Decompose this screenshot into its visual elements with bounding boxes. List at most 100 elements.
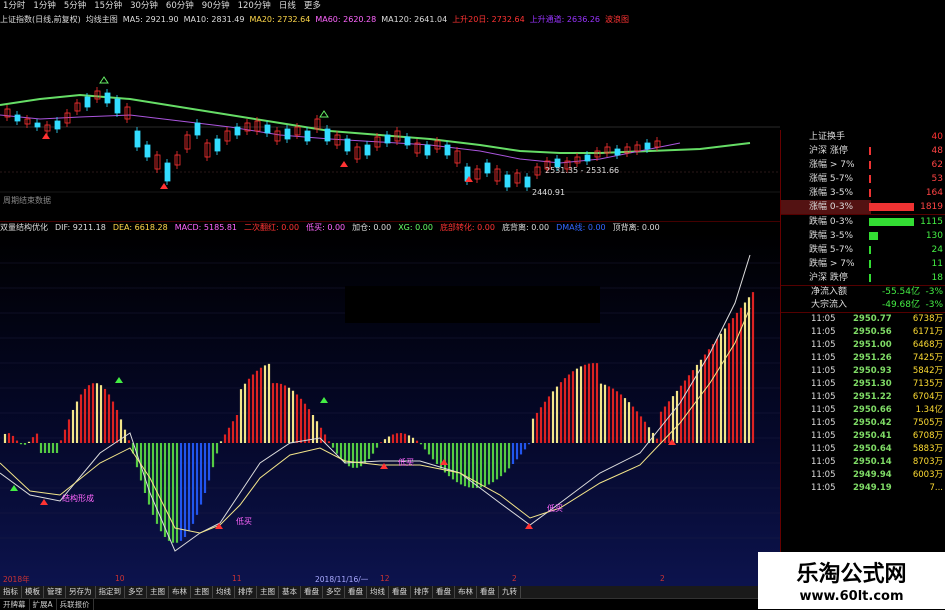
toolbar-button-19[interactable]: 看盘 <box>433 586 455 598</box>
candle-body <box>194 122 201 136</box>
toolbar-button-15[interactable]: 看盘 <box>345 586 367 598</box>
panel-header: 上证换手 40 <box>781 130 945 144</box>
trade-volume: 6171万 <box>912 327 943 337</box>
trade-row-11: 11:05 2950.14 8703万 <box>781 456 945 469</box>
toolbar-button-5[interactable]: 多空 <box>125 586 147 598</box>
candle-body <box>614 148 621 156</box>
buy-arrow-icon <box>42 133 50 139</box>
candle-body <box>254 120 261 132</box>
candle-body <box>44 124 51 132</box>
macd-legend-item-0: 双量结构优化 <box>0 223 48 232</box>
macd-legend-item-3: MACD: 5185.81 <box>174 223 238 232</box>
price-candlestick-chart[interactable]: 2440.912531.35 - 2531.6626002500周期结束数据24… <box>0 27 780 220</box>
candle-body <box>354 146 361 160</box>
trade-time: 11:05 <box>811 314 836 324</box>
flow-row-1: 大宗流入 -49.68亿 -3% <box>781 299 945 312</box>
timeframe-tab-1[interactable]: 1分钟 <box>33 0 55 13</box>
price-legend-item-6: MA120: 2641.04 <box>381 15 448 24</box>
toolbar-button-4[interactable]: 指定到 <box>96 586 125 598</box>
timeframe-tab-3[interactable]: 15分钟 <box>94 0 122 13</box>
toolbar-button-8[interactable]: 主图 <box>191 586 213 598</box>
candle-body <box>364 144 371 156</box>
date-axis: 2018年 10 11 2018/11/16/一 12 2 2 <box>0 574 780 586</box>
up-stat-value: 164 <box>925 188 943 198</box>
down-stat-value: 11 <box>931 259 943 269</box>
flow-value: -49.68亿 <box>881 300 920 310</box>
toolbar-button-17[interactable]: 看盘 <box>389 586 411 598</box>
macd-legend: 双量结构优化 DIF: 9211.18 DEA: 6618.28 MACD: 5185… <box>0 221 780 233</box>
toolbar-button-2[interactable]: 管理 <box>44 586 66 598</box>
trade-volume: 6738万 <box>912 314 943 324</box>
toolbar-button-20[interactable]: 布林 <box>455 586 477 598</box>
timeframe-tab-9[interactable]: 更多 <box>304 0 321 13</box>
down-stat-label: 跌幅 3-5% <box>809 231 854 241</box>
timeframe-tab-7[interactable]: 120分钟 <box>238 0 271 13</box>
candle-body <box>184 134 191 150</box>
toolbar-button-13[interactable]: 看盘 <box>301 586 323 598</box>
low-buy-label-3: 低买 <box>547 503 563 513</box>
low-price-label: 2440.91 <box>532 188 565 197</box>
toolbar-button-9[interactable]: 均线 <box>213 586 235 598</box>
trade-price: 2951.00 <box>853 340 892 350</box>
toolbar-button-11[interactable]: 主图 <box>257 586 279 598</box>
toolbar-button-7[interactable]: 布林 <box>169 586 191 598</box>
trade-time: 11:05 <box>811 327 836 337</box>
low-buy-label-2: 低买 <box>398 457 414 467</box>
trade-time: 11:05 <box>811 340 836 350</box>
toolbar-button-22[interactable]: 九转 <box>499 586 521 598</box>
signal-triangle-icon <box>115 377 123 383</box>
candle-body <box>474 168 481 180</box>
bottom-tab-0[interactable]: 开牌幕 <box>0 599 30 610</box>
trade-price: 2949.94 <box>853 470 892 480</box>
timeframe-tab-0[interactable]: 1分时 <box>3 0 25 13</box>
macd-legend-item-11: 顶背离: 0.00 <box>612 223 660 232</box>
candle-body <box>274 130 281 142</box>
down-stat-bar <box>869 274 871 282</box>
toolbar-button-1[interactable]: 模板 <box>22 586 44 598</box>
trade-volume: 7505万 <box>912 418 943 428</box>
toolbar-button-3[interactable]: 另存为 <box>66 586 96 598</box>
trade-row-3: 11:05 2951.26 7425万 <box>781 352 945 365</box>
down-stat-label: 跌幅 > 7% <box>809 259 855 269</box>
toolbar-button-0[interactable]: 指标 <box>0 586 22 598</box>
toolbar-button-6[interactable]: 主图 <box>147 586 169 598</box>
candle-body <box>24 118 31 125</box>
signal-triangle-icon <box>320 397 328 403</box>
up-stat-bar <box>869 203 914 211</box>
bottom-tab-2[interactable]: 兵联报价 <box>57 599 94 610</box>
candle-body <box>204 142 211 158</box>
timeframe-tab-2[interactable]: 5分钟 <box>64 0 86 13</box>
signal-triangle-icon <box>319 110 329 118</box>
timeframe-tab-5[interactable]: 60分钟 <box>166 0 194 13</box>
timeframe-tab-8[interactable]: 日线 <box>279 0 296 13</box>
bottom-tab-1[interactable]: 扩展A <box>30 599 57 610</box>
candle-body <box>344 138 351 152</box>
candle-body <box>294 126 301 136</box>
down-stat-bar <box>869 218 914 226</box>
up-stat-label: 涨幅 3-5% <box>809 188 854 198</box>
price-legend: 上证指数(日线,前复权) 均线主图 MA5: 2921.90 MA10: 2831.4… <box>0 14 629 26</box>
candle-body <box>514 172 521 184</box>
candle-body <box>444 144 451 156</box>
down-stat-row-3: 跌幅 > 7% 11 <box>781 257 945 271</box>
trade-price: 2950.42 <box>853 418 892 428</box>
toolbar-button-10[interactable]: 排序 <box>235 586 257 598</box>
toolbar-button-21[interactable]: 看盘 <box>477 586 499 598</box>
candle-body <box>144 144 151 158</box>
toolbar-button-16[interactable]: 均线 <box>367 586 389 598</box>
trade-price: 2951.30 <box>853 379 892 389</box>
structure-label: 结构形成 <box>62 493 94 503</box>
panel-header-label: 上证换手 <box>809 132 846 142</box>
toolbar-button-12[interactable]: 基本 <box>279 586 301 598</box>
candle-body <box>304 130 311 142</box>
timeframe-tab-4[interactable]: 30分钟 <box>130 0 158 13</box>
candle-body <box>284 128 291 140</box>
timeframe-tab-6[interactable]: 90分钟 <box>202 0 230 13</box>
toolbar-button-14[interactable]: 多空 <box>323 586 345 598</box>
candle-body <box>384 134 391 144</box>
candle-body <box>654 140 661 148</box>
candle-body <box>114 98 121 114</box>
trade-volume: 1.34亿 <box>915 405 943 415</box>
toolbar-button-18[interactable]: 排序 <box>411 586 433 598</box>
price-legend-item-8: 上升通道: 2636.26 <box>529 15 601 24</box>
